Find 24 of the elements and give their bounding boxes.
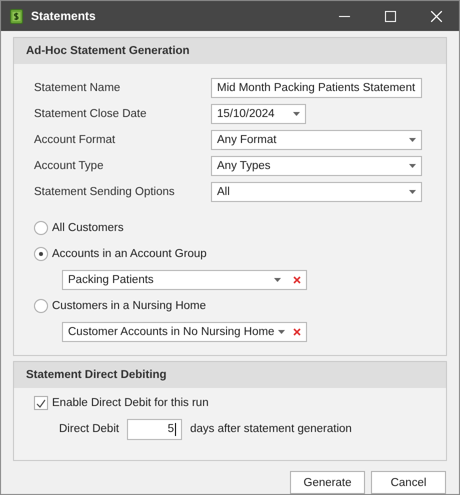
panel-title: Ad-Hoc Statement Generation — [14, 38, 446, 64]
field-label: Account Type — [34, 160, 104, 172]
field-label: Direct Debit — [59, 423, 120, 435]
number-field[interactable]: 5 — [127, 418, 182, 440]
dropdown-field[interactable]: All — [211, 182, 422, 202]
date-field[interactable]: 15/10/2024 — [211, 104, 306, 124]
radio-label[interactable]: Accounts in an Account Group — [52, 248, 207, 260]
dropdown-field[interactable]: Any Format — [211, 130, 422, 150]
dropdown-field[interactable]: Any Types — [211, 156, 422, 176]
field-label: Statement Name — [34, 82, 122, 94]
dropdown-field[interactable]: Packing Patients — [62, 270, 307, 290]
radio-label[interactable]: All Customers — [52, 222, 124, 234]
field-label: Statement Close Date — [34, 108, 148, 120]
panel-title: Statement Direct Debiting — [14, 362, 446, 388]
checkbox-label[interactable]: Enable Direct Debit for this run — [52, 397, 209, 409]
field-label: Statement Sending Options — [34, 186, 176, 198]
radio-label[interactable]: Customers in a Nursing Home — [52, 300, 206, 312]
field-label: Account Format — [34, 134, 116, 146]
generate-button[interactable]: Generate — [290, 471, 365, 494]
window-title: Statements — [31, 9, 97, 23]
text-field[interactable]: Mid Month Packing Patients Statement — [211, 78, 422, 98]
cancel-button[interactable]: Cancel — [371, 471, 446, 494]
field-suffix: days after statement generation — [190, 423, 352, 435]
dropdown-field[interactable]: Customer Accounts in No Nursing Home — [62, 322, 307, 342]
